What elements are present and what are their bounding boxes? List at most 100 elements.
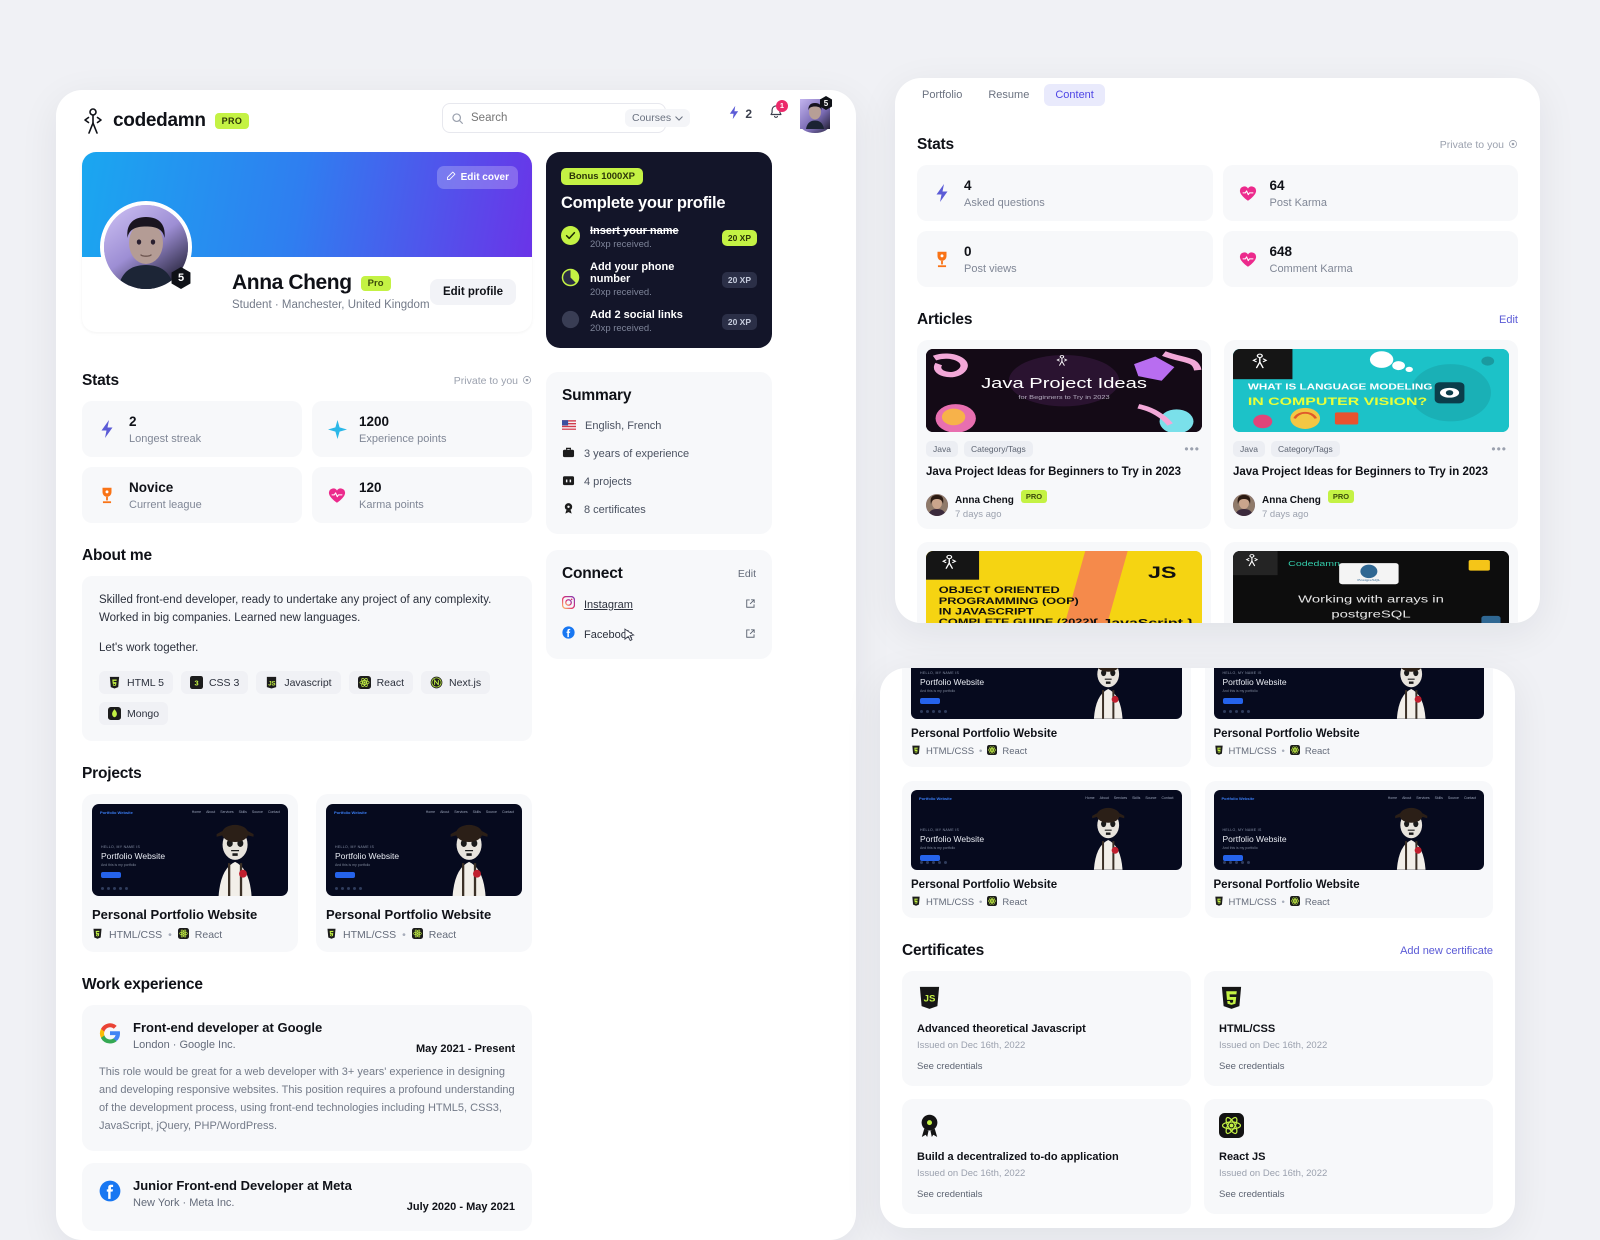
search-bar[interactable]: Courses (442, 103, 691, 133)
external-link-icon[interactable] (745, 626, 756, 644)
project-card[interactable]: Portfolio Website Home About Services Skills… (82, 794, 298, 953)
checklist-item[interactable]: Insert your name 20xp received. 20 XP (561, 225, 757, 250)
see-credentials-link[interactable]: See credentials (917, 1189, 1176, 1200)
checklist-item[interactable]: Add 2 social links 20xp received. 20 XP (561, 309, 757, 334)
stat-card[interactable]: 120 Karma points (312, 467, 532, 523)
project-title: Personal Portfolio Website (92, 907, 258, 923)
article-tag[interactable]: Java (926, 441, 958, 457)
article-card[interactable]: WHAT IS LANGUAGE MODELING IN COMPUTER VI… (1224, 340, 1518, 530)
edit-profile-button[interactable]: Edit profile (429, 279, 516, 305)
certificate-card[interactable]: Build a decentralized to-do application … (902, 1099, 1191, 1214)
profile-avatar[interactable]: 5 (100, 201, 192, 293)
stat-value: Novice (129, 480, 174, 495)
search-category-select[interactable]: Courses (625, 109, 691, 127)
stat-card[interactable]: 648 Comment Karma (1222, 231, 1518, 287)
add-certificate-link[interactable]: Add new certificate (1400, 945, 1493, 957)
tab-content[interactable]: Content (1044, 84, 1105, 106)
certificate-date: Issued on Dec 16th, 2022 (917, 1168, 1026, 1179)
about-card: Skilled front-end developer, ready to un… (82, 576, 532, 742)
project-card[interactable]: Portfolio Website Home About Services Skills… (316, 794, 532, 953)
stat-label: Longest streak (129, 433, 202, 445)
react-icon (987, 896, 998, 909)
article-card[interactable]: Codedamn PostgreSQL Working with arrays … (1224, 542, 1518, 623)
article-tag[interactable]: Category/Tags (1270, 441, 1340, 457)
summary-label: 4 projects (584, 476, 632, 488)
pencil-icon (446, 171, 456, 184)
skill-tag[interactable]: React (348, 671, 414, 695)
stat-card[interactable]: 1200 Experience points (312, 401, 532, 457)
certificate-date: Issued on Dec 16th, 2022 (1219, 1040, 1328, 1051)
skill-tag[interactable]: JS Javascript (256, 671, 341, 695)
work-item[interactable]: Front-end developer at Google London · G… (82, 1005, 532, 1151)
html5-icon (911, 896, 921, 909)
article-card[interactable]: OBJECT ORIENTED PROGRAMMING (OOP) IN JAV… (917, 542, 1211, 623)
skill-tag-label: Mongo (127, 707, 160, 720)
project-tech: HTML/CSS • React (326, 928, 522, 942)
article-card[interactable]: Java Project Ideas for Beginners to Try … (917, 340, 1211, 530)
connect-link-instagram[interactable]: Instagram (561, 595, 756, 614)
tab-resume[interactable]: Resume (977, 84, 1040, 106)
project-tech-2: React (1002, 897, 1028, 908)
project-card[interactable]: Portfolio Website Home About Services Skills… (1204, 781, 1493, 918)
certificate-icon (562, 501, 575, 519)
project-card[interactable]: Portfolio Website Home About Services Skills… (902, 781, 1191, 918)
work-item[interactable]: Junior Front-end Developer at Meta New Y… (82, 1162, 532, 1231)
project-card[interactable]: HELLO, MY NAME IS Portfolio Website And th… (1204, 668, 1493, 767)
author-pro-badge: PRO (1327, 490, 1355, 504)
article-more-icon[interactable]: ••• (1491, 442, 1507, 456)
notifications-button[interactable]: 1 (768, 99, 788, 125)
user-avatar-button[interactable]: 5 (800, 96, 833, 133)
skill-tag[interactable]: HTML 5 (99, 671, 173, 695)
tab-portfolio[interactable]: Portfolio (911, 84, 973, 106)
connect-link-facebook[interactable]: Facebook (562, 626, 756, 644)
work-title: Work experience (82, 976, 203, 994)
heart-pulse-icon (326, 484, 348, 506)
xp-counter[interactable]: 2 (728, 105, 752, 123)
stat-card[interactable]: 4 Asked questions (917, 165, 1213, 221)
external-link-icon[interactable] (745, 596, 756, 614)
summary-item: 4 projects (562, 473, 756, 491)
project-card[interactable]: HELLO, MY NAME IS Portfolio Website And th… (902, 668, 1191, 767)
checklist-label: Add your phone number (590, 261, 675, 285)
connect-edit-link[interactable]: Edit (738, 568, 756, 580)
article-more-icon[interactable]: ••• (1184, 442, 1200, 456)
connect-link-label: Facebook (584, 629, 633, 641)
skill-tag[interactable]: Next.js (421, 671, 491, 695)
articles-title: Articles (917, 311, 973, 328)
private-text: Private to you (1439, 139, 1504, 151)
article-tag[interactable]: Category/Tags (963, 441, 1033, 457)
edit-cover-button[interactable]: Edit cover (436, 166, 518, 189)
svg-text:WHAT IS LANGUAGE MODELING: WHAT IS LANGUAGE MODELING (1248, 383, 1433, 392)
stat-card[interactable]: 0 Post views (917, 231, 1213, 287)
certificate-card[interactable]: React JS Issued on Dec 16th, 2022 See cr… (1204, 1099, 1493, 1214)
flag-icon (562, 417, 576, 435)
project-thumbnail: Portfolio Website Home About Services Skills… (911, 790, 1182, 870)
skill-tag-label: Javascript (284, 676, 332, 689)
content-tab-panel: Portfolio Resume Content Stats Private t… (895, 78, 1540, 623)
connect-title: Connect (562, 565, 623, 582)
project-tech-2: React (1002, 746, 1028, 757)
articles-edit-link[interactable]: Edit (1499, 314, 1518, 326)
certificate-card[interactable]: JS Advanced theoretical Javascript Issue… (902, 971, 1191, 1086)
checklist-item[interactable]: Add your phone number 20xp received. 20 … (561, 261, 757, 298)
project-tech-1: HTML/CSS (109, 929, 163, 942)
article-tag[interactable]: Java (1233, 441, 1265, 457)
see-credentials-link[interactable]: See credentials (917, 1061, 1176, 1072)
brand-logo[interactable]: codedamn PRO (82, 108, 250, 134)
see-credentials-link[interactable]: See credentials (1219, 1189, 1478, 1200)
search-input[interactable] (471, 112, 625, 124)
author-name: Anna Cheng (1262, 495, 1321, 507)
stat-card[interactable]: 2 Longest streak (82, 401, 302, 457)
skill-tag[interactable]: 3 CSS 3 (180, 671, 249, 695)
see-credentials-link[interactable]: See credentials (1219, 1061, 1478, 1072)
react-icon (1219, 1113, 1244, 1138)
svg-text:{ JavaScript }: { JavaScript } (1092, 616, 1194, 623)
stat-card[interactable]: Novice Current league (82, 467, 302, 523)
nextjs-icon (430, 676, 443, 689)
skill-tag[interactable]: Mongo (99, 702, 169, 726)
notification-badge: 1 (776, 99, 788, 112)
certificate-card[interactable]: HTML/CSS Issued on Dec 16th, 2022 See cr… (1204, 971, 1493, 1086)
brand-name: codedamn (113, 110, 206, 131)
stat-card[interactable]: 64 Post Karma (1222, 165, 1518, 221)
work-role: Front-end developer at Google (133, 1020, 323, 1036)
